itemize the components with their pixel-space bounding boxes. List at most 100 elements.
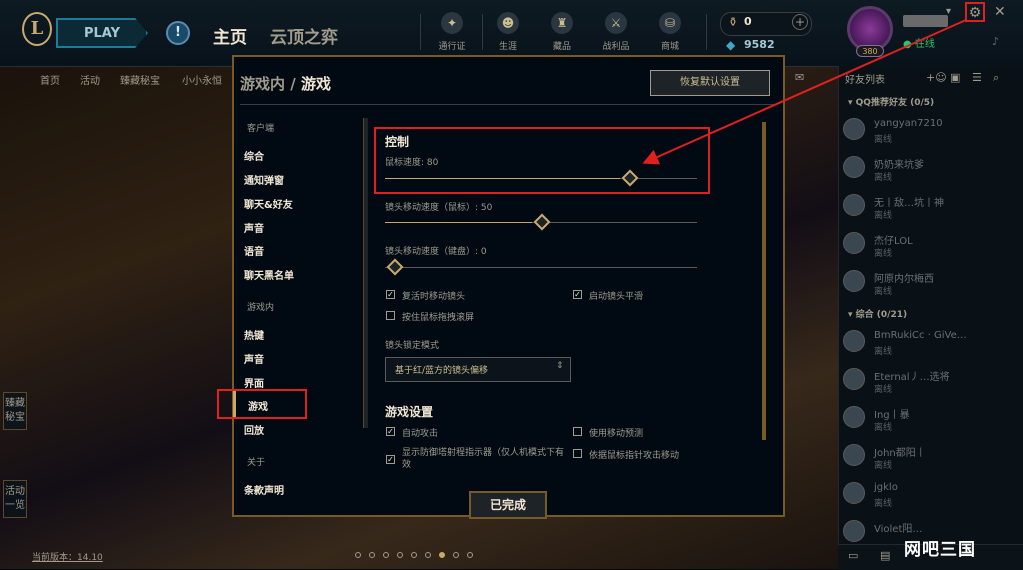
nav-item-notifications[interactable]: 通知弹窗 <box>244 172 284 187</box>
nav-home[interactable]: 主页 <box>213 23 247 48</box>
buy-rp-button[interactable]: + <box>792 14 808 30</box>
carousel-dot[interactable] <box>411 552 417 558</box>
subnav-little-legends[interactable]: 小小永恒 <box>182 72 222 87</box>
nav-item-replay[interactable]: 回放 <box>244 422 264 437</box>
nav-item-ingame-sound[interactable]: 声音 <box>244 351 264 366</box>
carousel-dot[interactable] <box>355 552 361 558</box>
nav-collection[interactable]: ♜ 藏品 <box>536 12 588 52</box>
friend-row[interactable]: 阿原内尔梅西 离线 <box>843 266 1018 302</box>
add-folder-icon[interactable]: ▣ <box>950 71 960 84</box>
nav-loot[interactable]: ⚔ 战利品 <box>590 12 642 52</box>
carousel-dot[interactable] <box>425 552 431 558</box>
friend-row[interactable]: Ing丨暴 离线 <box>843 402 1018 438</box>
nav-item-interface[interactable]: 界面 <box>244 375 264 390</box>
checkbox-label: 按住鼠标拖拽滚屏 <box>402 313 475 323</box>
section-title-game-settings: 游戏设置 <box>385 405 434 419</box>
nav-item-terms[interactable]: 条款声明 <box>244 482 284 497</box>
notification-bell-icon[interactable]: ♪ <box>992 35 999 48</box>
mail-icon[interactable]: ✉ <box>795 71 804 84</box>
list-view-icon[interactable]: ☰ <box>972 71 982 84</box>
nav-divider <box>706 14 707 50</box>
cam-kb-speed-track[interactable] <box>385 267 697 268</box>
nav-section-about: 关于 <box>247 458 266 468</box>
nav-pass[interactable]: ✦ 通行证 <box>426 12 478 52</box>
checkbox-label: 启动镜头平滑 <box>589 292 644 302</box>
nav-profile[interactable]: ☻ 生涯 <box>482 12 534 52</box>
nav-store[interactable]: ⛁ 商城 <box>644 12 696 52</box>
checkbox-tower-range[interactable]: ✓ <box>386 455 395 464</box>
highlight-box-game <box>217 389 307 419</box>
add-friend-icon[interactable]: +☺ <box>926 71 947 84</box>
cam-mouse-speed-label: 镜头移动速度（鼠标）: 50 <box>385 203 493 213</box>
friend-row[interactable]: 奶奶来坑爹 离线 <box>843 152 1018 188</box>
chat-icon[interactable]: ▭ <box>848 549 858 562</box>
online-status[interactable]: ● 在线 <box>903 35 935 50</box>
store-icon: ⛁ <box>659 12 681 34</box>
content-rail <box>363 118 368 428</box>
nav-item-hotkeys[interactable]: 热键 <box>244 327 264 342</box>
highlight-box-control <box>374 127 710 194</box>
carousel-dot[interactable] <box>397 552 403 558</box>
carousel-dot[interactable] <box>383 552 389 558</box>
friend-avatar <box>843 194 865 216</box>
breadcrumb-current: 游戏 <box>300 75 331 93</box>
friend-row[interactable]: 无丨敌…坑丨神 离线 <box>843 190 1018 226</box>
friend-row[interactable]: 杰仔LOL 离线 <box>843 228 1018 264</box>
nav-item-general[interactable]: 综合 <box>244 148 264 163</box>
friend-avatar <box>843 482 865 504</box>
minimize-icon[interactable]: ▾ <box>946 6 951 17</box>
play-button[interactable]: PLAY <box>56 18 148 48</box>
side-tab-treasure[interactable]: 臻藏秘宝 <box>3 392 27 430</box>
lol-logo-icon[interactable]: L <box>22 12 52 46</box>
checkbox-label: 显示防御塔射程指示器（仅人机模式下有效 <box>402 448 565 470</box>
friend-row[interactable]: Eternal丿…选将 离线 <box>843 364 1018 400</box>
select-arrows-icon: ⇕ <box>556 361 564 371</box>
subnav-treasure[interactable]: 臻藏秘宝 <box>120 72 160 87</box>
camera-lock-mode-label: 镜头锁定模式 <box>385 341 440 351</box>
missions-icon[interactable]: ▤ <box>880 549 890 562</box>
done-button[interactable]: 已完成 <box>469 491 547 519</box>
carousel-dot-active[interactable] <box>439 552 445 558</box>
summoner-name-redacted <box>903 15 948 27</box>
settings-gear-icon[interactable]: ⚙ <box>965 2 985 22</box>
scrollbar-thumb[interactable] <box>762 122 766 440</box>
friend-avatar <box>843 406 865 428</box>
subnav-events[interactable]: 活动 <box>80 72 100 87</box>
modal-divider <box>240 104 777 105</box>
carousel-dot[interactable] <box>467 552 473 558</box>
search-icon[interactable]: ⌕ <box>993 71 999 85</box>
nav-item-chat-friends[interactable]: 聊天&好友 <box>244 196 293 211</box>
nav-item-chat-blacklist[interactable]: 聊天黑名单 <box>244 267 294 282</box>
friend-group-general[interactable]: ▾ 综合 (0/21) <box>848 307 907 320</box>
friend-avatar <box>843 330 865 352</box>
friends-title: 好友列表 <box>845 75 885 86</box>
checkbox-drag-scroll[interactable] <box>386 311 395 320</box>
friend-avatar <box>843 368 865 390</box>
friend-row[interactable]: BmRukiCc · GiVe… 离线 <box>843 326 1018 362</box>
cam-kb-speed-label: 镜头移动速度（键盘）: 0 <box>385 247 487 257</box>
restore-defaults-button[interactable]: 恢复默认设置 <box>650 70 770 96</box>
carousel-dot[interactable] <box>453 552 459 558</box>
carousel-dot[interactable] <box>369 552 375 558</box>
close-icon[interactable]: ✕ <box>994 4 1006 20</box>
checkbox-revive-camera[interactable]: ✓ <box>386 290 395 299</box>
checkbox-camera-smoothing[interactable]: ✓ <box>573 290 582 299</box>
checkbox-attack-move-cursor[interactable] <box>573 449 582 458</box>
collection-icon: ♜ <box>551 12 573 34</box>
checkbox-move-prediction[interactable] <box>573 427 582 436</box>
friend-row[interactable]: John都阳丨 离线 <box>843 440 1018 476</box>
friend-avatar <box>843 118 865 140</box>
subnav-home[interactable]: 首页 <box>40 72 60 87</box>
side-tab-events[interactable]: 活动一览 <box>3 480 27 518</box>
breadcrumb: 游戏内 / 游戏 <box>240 73 331 94</box>
friend-row[interactable]: jgklo 离线 <box>843 478 1018 514</box>
alert-icon[interactable]: ! <box>166 21 190 45</box>
friend-group-qq[interactable]: ▾ QQ推荐好友 (0/5) <box>848 95 934 108</box>
version-label[interactable]: 当前版本：14.10 <box>32 550 103 563</box>
nav-item-sound[interactable]: 声音 <box>244 220 264 235</box>
nav-item-voice[interactable]: 语音 <box>244 243 264 258</box>
friend-row[interactable]: yangyan7210 离线 <box>843 114 1018 150</box>
friend-avatar <box>843 156 865 178</box>
checkbox-auto-attack[interactable]: ✓ <box>386 427 395 436</box>
nav-tft[interactable]: 云顶之弈 <box>270 23 338 48</box>
